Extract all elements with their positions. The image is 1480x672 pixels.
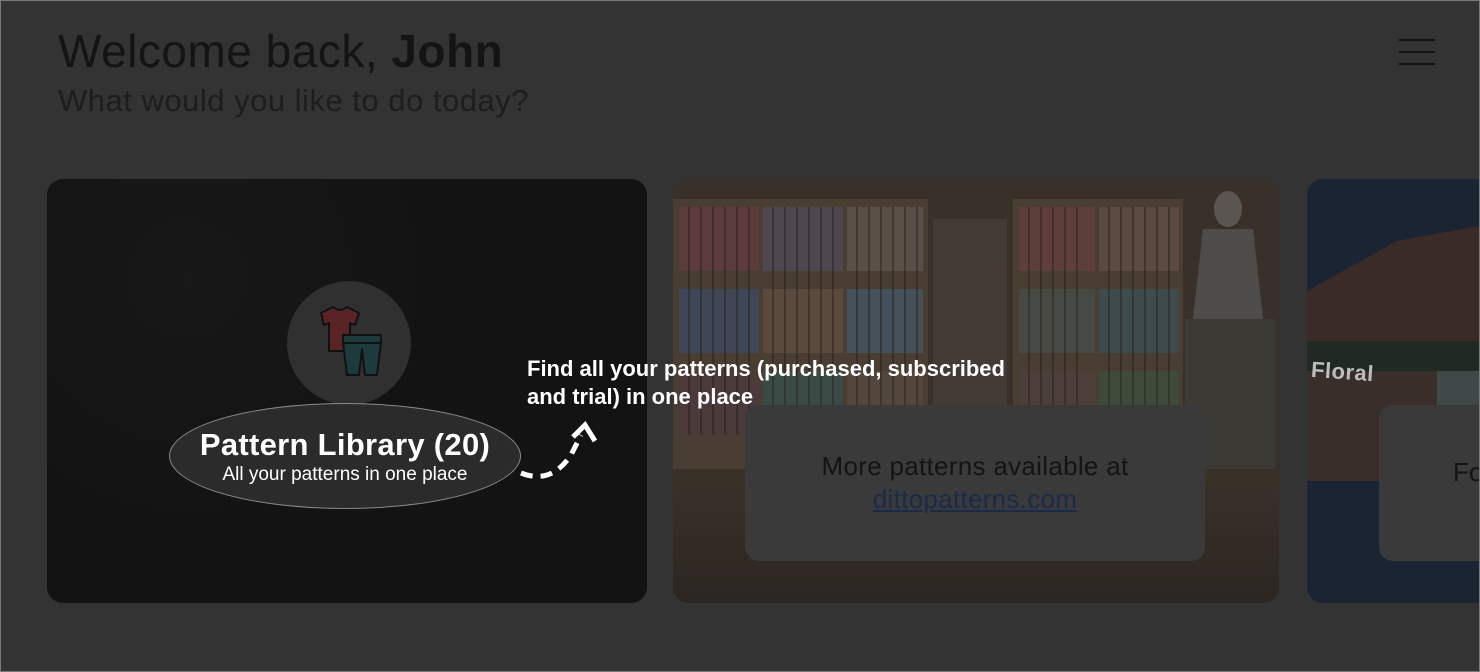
dashed-arrow-icon bbox=[520, 421, 598, 479]
more-patterns-panel: More patterns available at dittopatterns… bbox=[745, 405, 1205, 561]
pattern-library-title: Pattern Library (20) bbox=[199, 427, 491, 462]
coach-mark-text: Find all your patterns (purchased, subsc… bbox=[527, 356, 1005, 409]
floral-sign: Floral bbox=[1310, 356, 1375, 387]
pattern-library-subtitle: All your patterns in one place bbox=[222, 464, 468, 485]
onboarding-screen: Welcome back, John What would you like t… bbox=[0, 0, 1480, 672]
third-card-text: Fo bbox=[1453, 457, 1479, 487]
user-name: John bbox=[391, 25, 504, 77]
greeting-prefix: Welcome back, bbox=[58, 25, 392, 77]
more-patterns-text: More patterns available at bbox=[821, 451, 1129, 481]
hamburger-menu-icon[interactable] bbox=[1399, 39, 1435, 65]
dittopatterns-link[interactable]: dittopatterns.com bbox=[873, 484, 1078, 515]
page-subtitle: What would you like to do today? bbox=[58, 83, 529, 118]
pattern-library-spotlight[interactable]: Pattern Library (20) All your patterns i… bbox=[169, 403, 521, 509]
clothing-icon bbox=[287, 281, 411, 405]
third-card[interactable]: Floral Fo bbox=[1307, 179, 1479, 603]
welcome-heading: Welcome back, John bbox=[58, 23, 503, 79]
third-card-panel: Fo bbox=[1379, 405, 1479, 561]
